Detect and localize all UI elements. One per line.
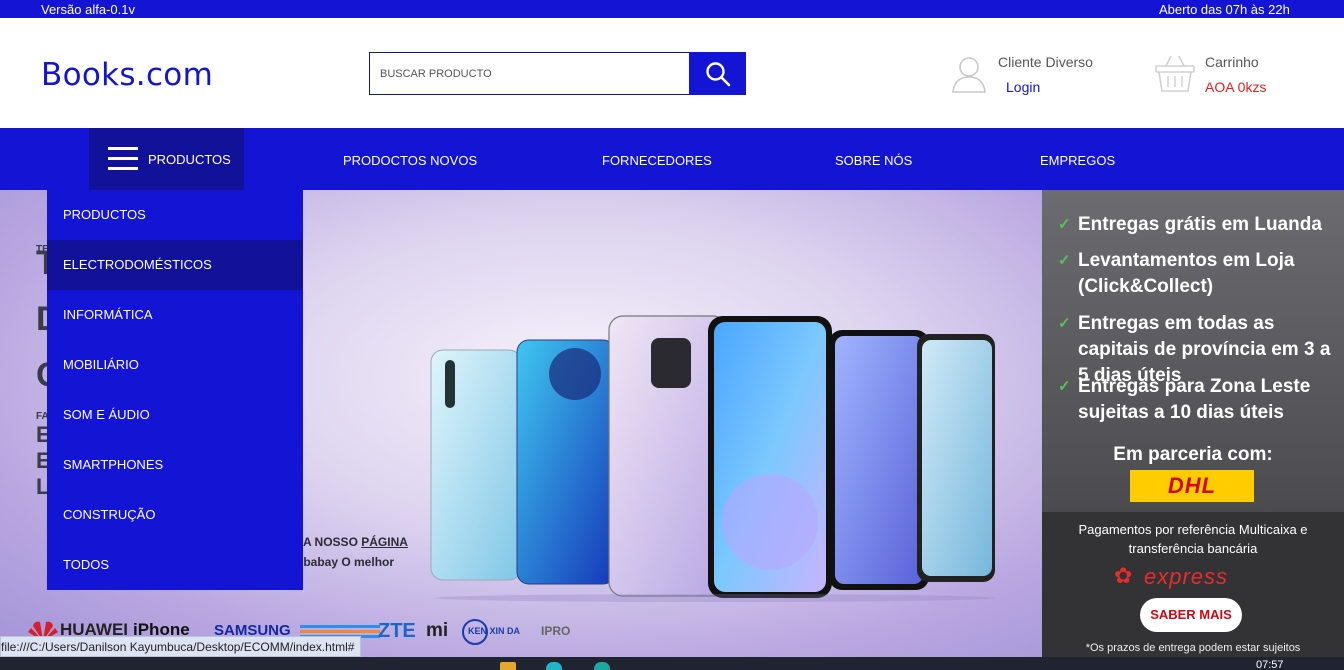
- dropdown-item-produtos[interactable]: PRODUCTOS: [47, 190, 303, 240]
- products-menu-button[interactable]: PRODUCTOS: [89, 128, 244, 190]
- delivery-info-panel: ✓ Entregas grátis em Luanda ✓ Levantamen…: [1042, 190, 1344, 658]
- browser-status-url: file:///C:/Users/Danilson Kayumbuca/Desk…: [0, 636, 362, 657]
- delivery-note: *Os prazos de entrega podem estar sujeit…: [1085, 642, 1301, 654]
- dropdown-item-electrodomesticos[interactable]: ELECTRODOMÉSTICOS: [47, 240, 303, 290]
- os-taskbar: 07:57: [0, 657, 1344, 670]
- nav-item-jobs[interactable]: EMPREGOS: [1040, 153, 1115, 168]
- brand-zte: ZTE: [378, 620, 416, 642]
- express-logo-text: express: [1144, 564, 1229, 589]
- top-info-bar: Versão alfa-0.1v Aberto das 07h às 22h: [0, 0, 1344, 18]
- shopping-cart[interactable]: Carrinho AOA 0kzs: [1154, 52, 1294, 104]
- partner-label: Em parceria com:: [1113, 444, 1273, 465]
- express-flower-icon: ✿: [1114, 563, 1133, 588]
- delivery-item-text: Levantamentos em Loja (Click&Collect): [1078, 250, 1295, 297]
- nav-item-new-products[interactable]: PRODOCTOS NOVOS: [343, 153, 477, 168]
- dropdown-item-informatica[interactable]: INFORMÁTICA: [47, 290, 303, 340]
- main-nav: PRODUCTOS PRODOCTOS NOVOS FORNECEDORES S…: [0, 128, 1344, 190]
- promo-text: A NOSSO: [303, 535, 362, 549]
- site-logo[interactable]: Books.com: [41, 57, 213, 93]
- delivery-item-text: Entregas grátis em Luanda: [1078, 214, 1322, 235]
- promo-page-link[interactable]: PÁGINA: [361, 535, 408, 549]
- search-bar: [369, 52, 746, 95]
- search-button[interactable]: [689, 52, 746, 95]
- products-dropdown: PRODUCTOS ELECTRODOMÉSTICOS INFORMÁTICA …: [47, 190, 303, 590]
- dhl-logo-text: DHL: [1167, 473, 1217, 498]
- dropdown-item-mobiliario[interactable]: MOBILIÁRIO: [47, 340, 303, 390]
- user-account[interactable]: Cliente Diverso Login: [950, 54, 1120, 104]
- check-icon: ✓: [1058, 378, 1071, 395]
- delivery-item-text: Entregas para Zona Leste sujeitas a 10 d…: [1078, 376, 1311, 423]
- taskbar-clock: 07:57: [1256, 659, 1284, 670]
- taskbar-app-icon[interactable]: [546, 662, 562, 670]
- dhl-logo: DHL: [1130, 470, 1254, 502]
- opening-hours: Aberto das 07h às 22h: [1159, 2, 1290, 17]
- payment-info: Pagamentos por referência Multicaixa e t…: [1042, 512, 1344, 658]
- smartphones-image: [430, 315, 995, 602]
- search-icon: [705, 61, 730, 86]
- banner-promo-line-2: obabay O melhor: [296, 555, 395, 569]
- dropdown-item-som-audio[interactable]: SOM E ÁUDIO: [47, 390, 303, 440]
- site-header: Books.com Cliente Diverso Login Carrinho…: [0, 18, 1344, 128]
- login-link[interactable]: Login: [1006, 79, 1040, 95]
- hamburger-icon: [108, 147, 138, 171]
- cart-label: Carrinho: [1205, 54, 1259, 70]
- user-name: Cliente Diverso: [998, 54, 1093, 70]
- search-input[interactable]: [370, 53, 689, 94]
- payment-text: Pagamentos por referência Multicaixa e t…: [1078, 522, 1308, 556]
- check-icon: ✓: [1058, 315, 1071, 332]
- folder-icon[interactable]: [500, 662, 516, 670]
- basket-icon: [1155, 55, 1195, 92]
- express-logo: ✿ express: [1114, 562, 1284, 590]
- cart-amount: AOA 0kzs: [1205, 79, 1267, 95]
- brand-ipro: IPRO: [541, 624, 571, 638]
- dropdown-item-construcao[interactable]: CONSTRUÇÃO: [47, 490, 303, 540]
- dropdown-item-todos[interactable]: TODOS: [47, 540, 303, 590]
- check-icon: ✓: [1058, 252, 1071, 269]
- check-icon: ✓: [1058, 216, 1071, 233]
- saber-mais-button[interactable]: SABER MAIS: [1140, 598, 1242, 632]
- products-menu-label: PRODUCTOS: [148, 152, 231, 167]
- dropdown-item-smartphones[interactable]: SMARTPHONES: [47, 440, 303, 490]
- version-label: Versão alfa-0.1v: [41, 2, 135, 17]
- brand-mi: mi: [426, 620, 449, 641]
- brand-kenxinda: KEN XIN DA: [468, 626, 521, 636]
- nav-item-about[interactable]: SOBRE NÓS: [835, 153, 912, 168]
- banner-promo-line: A NOSSO PÁGINA: [303, 535, 408, 549]
- user-icon: [952, 57, 986, 93]
- nav-item-suppliers[interactable]: FORNECEDORES: [602, 153, 712, 168]
- taskbar-app-icon[interactable]: [594, 662, 610, 670]
